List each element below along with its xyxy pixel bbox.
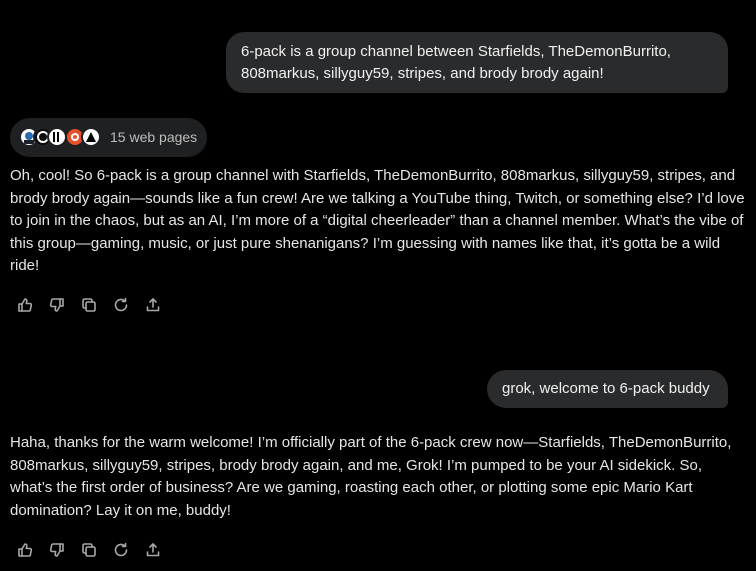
message-actions	[16, 296, 176, 314]
like-button[interactable]	[16, 296, 34, 314]
thumbs-down-icon	[49, 298, 64, 312]
share-button[interactable]	[144, 541, 162, 559]
user-message-text: grok, welcome to 6-pack buddy	[502, 380, 710, 397]
copy-icon	[82, 298, 96, 312]
thumbs-down-icon	[49, 543, 64, 557]
source-favicon-icon	[81, 127, 101, 147]
user-message-text: 6-pack is a group channel between Starfi…	[241, 43, 671, 82]
copy-button[interactable]	[80, 296, 98, 314]
user-message-bubble: grok, welcome to 6-pack buddy	[487, 370, 728, 408]
thumbs-up-icon	[18, 543, 33, 557]
assistant-reply-text: Haha, thanks for the warm welcome! I’m o…	[10, 434, 732, 519]
copy-button[interactable]	[80, 541, 98, 559]
dislike-button[interactable]	[48, 541, 66, 559]
thumbs-up-icon	[18, 298, 33, 312]
like-button[interactable]	[16, 541, 34, 559]
web-sources-count: 15 web pages	[110, 129, 198, 145]
assistant-reply-text: Oh, cool! So 6-pack is a group channel w…	[10, 167, 745, 275]
source-favicon-icon	[47, 127, 67, 147]
share-icon	[146, 543, 160, 557]
share-button[interactable]	[144, 296, 162, 314]
regenerate-button[interactable]	[112, 296, 130, 314]
message-actions	[16, 541, 176, 559]
dislike-button[interactable]	[48, 296, 66, 314]
regenerate-button[interactable]	[112, 541, 130, 559]
copy-icon	[82, 543, 96, 557]
web-sources-button[interactable]: 15 web pages	[10, 118, 207, 157]
refresh-icon	[114, 542, 128, 557]
share-icon	[146, 298, 160, 312]
user-message-bubble: 6-pack is a group channel between Starfi…	[226, 32, 728, 93]
refresh-icon	[114, 297, 128, 312]
